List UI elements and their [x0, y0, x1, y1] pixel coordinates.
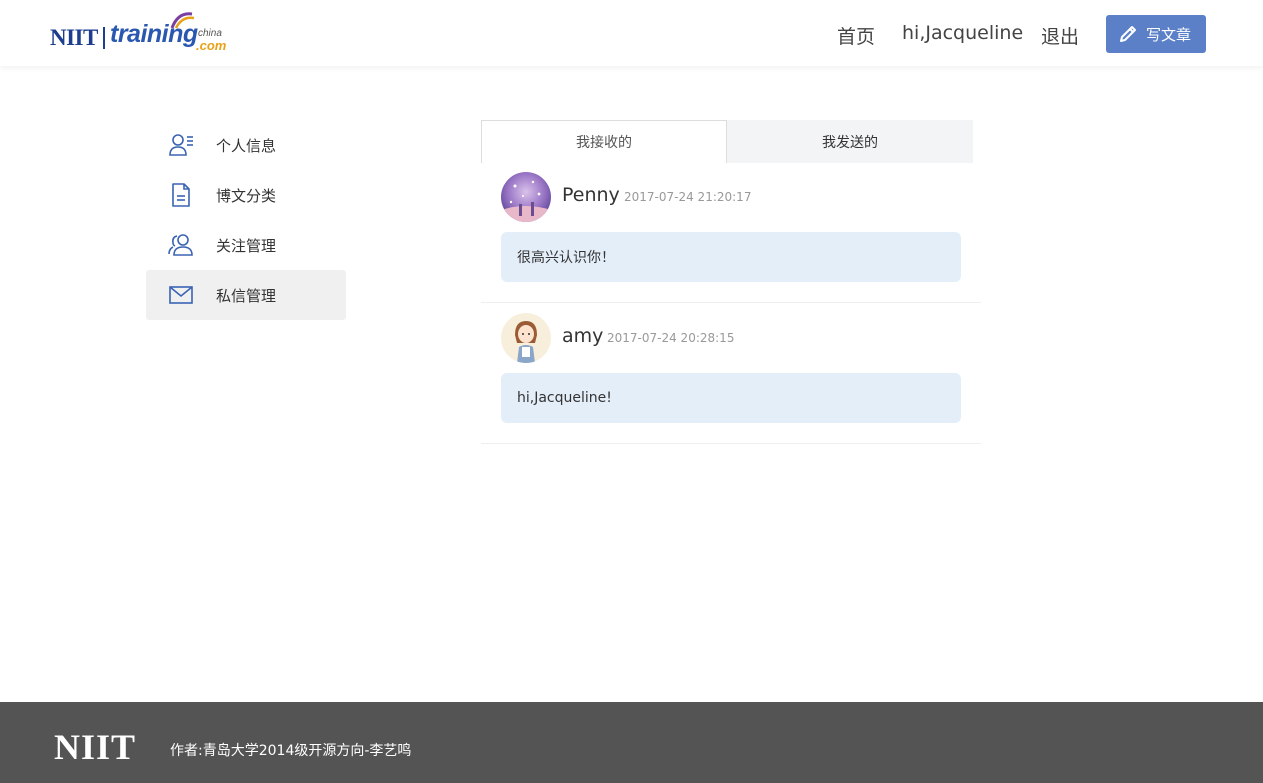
message-time: 2017-07-24 21:20:17: [624, 190, 752, 204]
sidebar-item-label: 个人信息: [216, 137, 277, 155]
users-icon: [168, 234, 193, 256]
write-article-button[interactable]: 写文章: [1106, 15, 1206, 53]
sidebar-item-label: 私信管理: [216, 287, 277, 305]
site-logo[interactable]: NIIT training china .com: [50, 8, 230, 58]
footer: NIIT 作者:青岛大学2014级开源方向-李艺鸣: [0, 702, 1263, 783]
sidebar-menu: 个人信息 博文分类 关注管理 私信管理: [146, 120, 346, 320]
message-item: Penny 2017-07-24 21:20:17 很高兴认识你！: [481, 163, 981, 303]
user-profile-icon: [169, 134, 193, 156]
sidebar-item-follows[interactable]: 关注管理: [146, 220, 346, 270]
message-sender[interactable]: amy: [562, 325, 603, 347]
mail-icon: [169, 286, 193, 304]
nav-logout-link[interactable]: 退出: [1041, 22, 1079, 49]
avatar-image-icon: [501, 172, 551, 222]
message-time: 2017-07-24 20:28:15: [607, 331, 735, 345]
sidebar-item-messages[interactable]: 私信管理: [146, 270, 346, 320]
footer-logo: NIIT: [54, 727, 137, 767]
nav-home-link[interactable]: 首页: [837, 22, 875, 49]
avatar-image-icon: [501, 313, 551, 363]
message-tabs: 我接收的 我发送的: [481, 120, 973, 163]
logo-arc-icon: [170, 12, 195, 29]
sidebar-item-categories[interactable]: 博文分类: [146, 170, 346, 220]
sidebar-item-label: 博文分类: [216, 187, 277, 205]
document-icon: [172, 183, 190, 207]
logo-divider: [103, 27, 105, 49]
sidebar-item-label: 关注管理: [216, 237, 277, 255]
avatar[interactable]: [501, 313, 551, 363]
avatar[interactable]: [501, 172, 551, 222]
write-article-label: 写文章: [1146, 25, 1192, 44]
nav-user-link[interactable]: hi,Jacqueline: [902, 22, 1023, 44]
logo-niit-text: NIIT: [50, 25, 98, 50]
tab-sent[interactable]: 我发送的: [727, 120, 973, 163]
message-bubble: 很高兴认识你！: [501, 232, 961, 282]
header: NIIT training china .com 首页 hi,Jacquelin…: [0, 0, 1263, 66]
pencil-icon: [1120, 26, 1136, 42]
tab-received[interactable]: 我接收的: [481, 120, 727, 163]
message-sender[interactable]: Penny: [562, 184, 620, 206]
message-item: amy 2017-07-24 20:28:15 hi,Jacqueline!: [481, 303, 981, 444]
logo-com-text: .com: [196, 38, 227, 53]
message-bubble: hi,Jacqueline!: [501, 373, 961, 423]
footer-author-text: 作者:青岛大学2014级开源方向-李艺鸣: [170, 743, 412, 759]
sidebar-item-profile[interactable]: 个人信息: [146, 120, 346, 170]
